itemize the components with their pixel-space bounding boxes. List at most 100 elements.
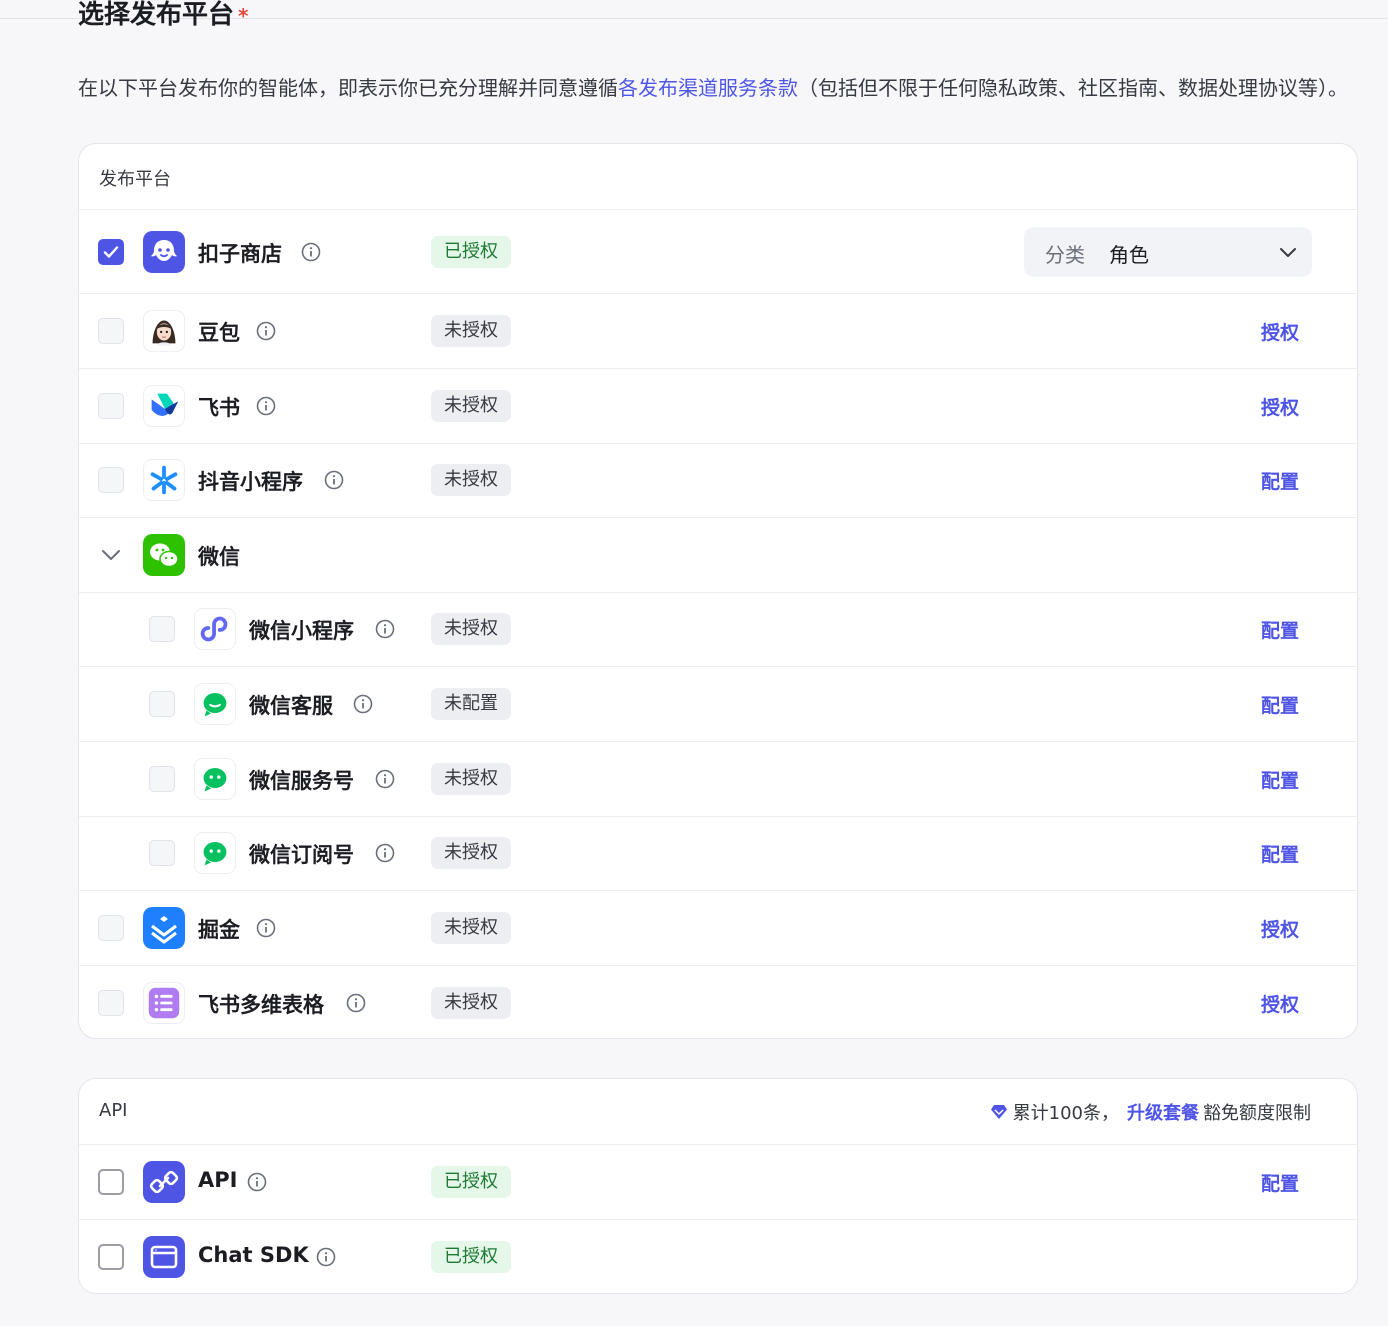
section-title: 选择发布平台* (78, 0, 248, 31)
status-badge: 未授权 (431, 390, 511, 422)
authorize-button[interactable]: 授权 (1261, 393, 1299, 420)
api-card-title: API (99, 1100, 127, 1121)
terms-description: 在以下平台发布你的智能体，即表示你已充分理解并同意遵循各发布渠道服务条款（包括但… (78, 70, 1368, 107)
wechat-miniprogram-logo-icon (194, 608, 236, 650)
wechat-subscription-logo-icon (194, 832, 236, 874)
platform-row-douyin-miniapp: 抖音小程序 未授权 配置 (79, 444, 1357, 518)
platform-row-wechat-subscription: 微信订阅号 未授权 配置 (79, 817, 1357, 891)
juejin-name: 掘金 (198, 914, 240, 944)
status-badge: 未授权 (431, 613, 511, 645)
doubao-logo-icon (143, 310, 185, 352)
coze-store-checkbox[interactable] (98, 239, 124, 265)
wechat-service-name: 微信客服 (249, 690, 333, 720)
info-icon[interactable] (324, 470, 344, 490)
configure-button[interactable]: 配置 (1261, 1169, 1299, 1196)
chat-sdk-logo-icon (143, 1236, 185, 1278)
info-icon[interactable] (301, 242, 321, 262)
api-card: API 累计100条， 升级套餐 豁免额度限制 API 已授权 配置 Chat … (78, 1078, 1358, 1294)
configure-button[interactable]: 配置 (1261, 467, 1299, 494)
authorize-button[interactable]: 授权 (1261, 990, 1299, 1017)
wechat-subscription-checkbox[interactable] (149, 840, 175, 866)
wechat-miniprogram-name: 微信小程序 (249, 615, 354, 645)
wechat-official-logo-icon (194, 758, 236, 800)
platform-card-header: 发布平台 (79, 144, 1357, 210)
info-icon[interactable] (316, 1247, 336, 1267)
juejin-checkbox[interactable] (98, 915, 124, 941)
status-badge: 未授权 (431, 464, 511, 496)
authorize-button[interactable]: 授权 (1261, 915, 1299, 942)
platform-row-coze-store: 扣子商店 已授权 分类 角色 (79, 210, 1357, 294)
feishu-bitable-checkbox[interactable] (98, 990, 124, 1016)
chat-sdk-name: Chat SDK (198, 1243, 309, 1267)
terms-link[interactable]: 各发布渠道服务条款 (618, 76, 798, 100)
info-icon[interactable] (375, 619, 395, 639)
info-icon[interactable] (375, 769, 395, 789)
diamond-icon (991, 1105, 1007, 1119)
platform-row-wechat-group[interactable]: 微信 (79, 518, 1357, 593)
platform-card: 发布平台 扣子商店 已授权 分类 角色 豆包 未授权 授权 (78, 143, 1358, 1039)
wechat-service-logo-icon (194, 683, 236, 725)
configure-button[interactable]: 配置 (1261, 691, 1299, 718)
feishu-name: 飞书 (198, 392, 240, 422)
wechat-name: 微信 (198, 541, 240, 571)
info-icon[interactable] (256, 918, 276, 938)
category-value: 角色 (1109, 239, 1149, 268)
upgrade-plan-link[interactable]: 升级套餐 (1127, 1099, 1199, 1125)
feishu-checkbox[interactable] (98, 393, 124, 419)
info-icon[interactable] (353, 694, 373, 714)
platform-row-feishu-bitable: 飞书多维表格 未授权 授权 (79, 966, 1357, 1039)
coze-store-name: 扣子商店 (198, 238, 282, 268)
api-checkbox[interactable] (98, 1169, 124, 1195)
wechat-service-checkbox[interactable] (149, 691, 175, 717)
info-icon[interactable] (247, 1172, 267, 1192)
info-icon[interactable] (256, 321, 276, 341)
status-badge: 未授权 (431, 837, 511, 869)
platform-row-juejin: 掘金 未授权 授权 (79, 891, 1357, 966)
platform-row-wechat-official: 微信服务号 未授权 配置 (79, 742, 1357, 817)
juejin-logo-icon (143, 907, 185, 949)
api-row-chat-sdk: Chat SDK 已授权 (79, 1220, 1357, 1294)
configure-button[interactable]: 配置 (1261, 616, 1299, 643)
feishu-logo-icon (143, 385, 185, 427)
info-icon[interactable] (346, 993, 366, 1013)
coze-store-logo-icon (143, 231, 185, 273)
feishu-bitable-logo-icon (143, 982, 185, 1024)
authorize-button[interactable]: 授权 (1261, 318, 1299, 345)
douyin-miniapp-name: 抖音小程序 (198, 466, 303, 496)
api-logo-icon (143, 1161, 185, 1203)
doubao-checkbox[interactable] (98, 318, 124, 344)
quota-text: 累计100条， (1013, 1099, 1119, 1125)
platform-card-title: 发布平台 (99, 165, 171, 191)
api-card-header: API 累计100条， 升级套餐 豁免额度限制 (79, 1079, 1357, 1145)
required-mark: * (238, 4, 248, 28)
platform-row-wechat-miniprogram: 微信小程序 未授权 配置 (79, 593, 1357, 667)
feishu-bitable-name: 飞书多维表格 (198, 989, 324, 1019)
status-badge: 已授权 (431, 236, 511, 268)
status-badge: 未授权 (431, 912, 511, 944)
douyin-miniapp-checkbox[interactable] (98, 467, 124, 493)
status-badge: 未授权 (431, 987, 511, 1019)
wechat-subscription-name: 微信订阅号 (249, 839, 354, 869)
platform-row-feishu: 飞书 未授权 授权 (79, 369, 1357, 444)
configure-button[interactable]: 配置 (1261, 840, 1299, 867)
chevron-down-icon[interactable] (98, 542, 124, 568)
info-icon[interactable] (375, 843, 395, 863)
wechat-logo-icon (143, 534, 185, 576)
chat-sdk-checkbox[interactable] (98, 1244, 124, 1270)
chevron-down-icon (1278, 242, 1298, 262)
wechat-miniprogram-checkbox[interactable] (149, 616, 175, 642)
wechat-official-checkbox[interactable] (149, 766, 175, 792)
configure-button[interactable]: 配置 (1261, 766, 1299, 793)
api-name: API (198, 1168, 237, 1192)
wechat-official-name: 微信服务号 (249, 765, 354, 795)
status-badge: 未授权 (431, 315, 511, 347)
category-select[interactable]: 分类 角色 (1024, 227, 1312, 277)
status-badge: 已授权 (431, 1241, 511, 1273)
status-badge: 未授权 (431, 763, 511, 795)
status-badge: 已授权 (431, 1166, 511, 1198)
info-icon[interactable] (256, 396, 276, 416)
quota-notice: 累计100条， 升级套餐 豁免额度限制 (991, 1099, 1311, 1125)
status-badge: 未配置 (431, 688, 511, 720)
category-label: 分类 (1045, 239, 1085, 268)
douyin-miniapp-logo-icon (143, 459, 185, 501)
